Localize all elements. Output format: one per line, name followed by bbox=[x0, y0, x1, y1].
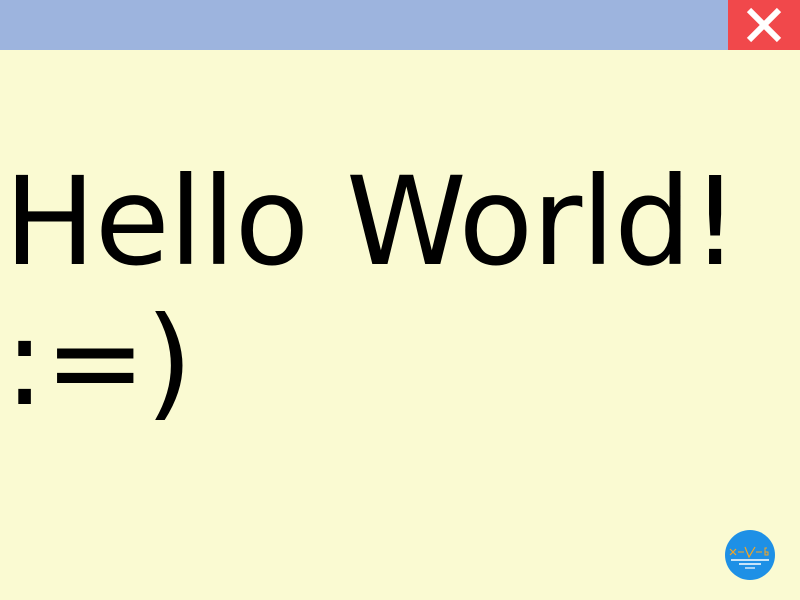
xyg-logo-icon bbox=[725, 530, 775, 580]
close-icon bbox=[746, 7, 782, 43]
greeting-line-1: Hello World! bbox=[4, 151, 740, 293]
greeting-text: Hello World! :=) bbox=[4, 151, 740, 433]
greeting-line-2: :=) bbox=[4, 291, 193, 433]
title-bar[interactable] bbox=[0, 0, 800, 50]
app-window: Hello World! :=) bbox=[0, 0, 800, 600]
content-area: Hello World! :=) bbox=[0, 50, 800, 600]
close-button[interactable] bbox=[728, 0, 800, 50]
